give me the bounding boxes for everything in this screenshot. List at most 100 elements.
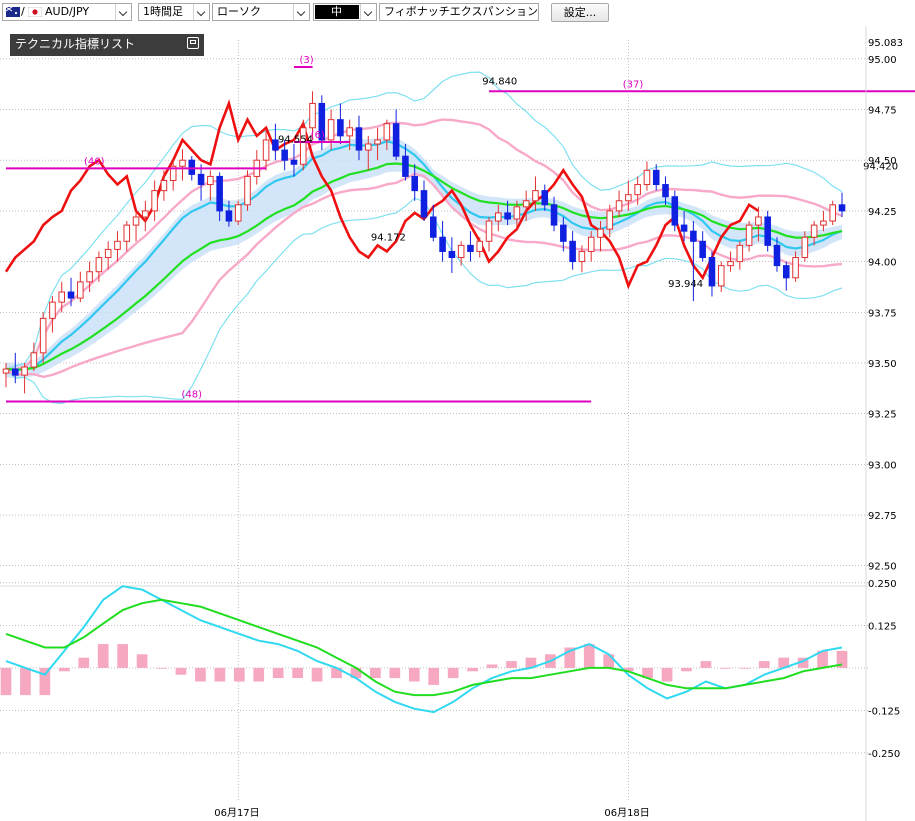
candle-body	[717, 265, 725, 287]
candle-body	[188, 159, 196, 175]
histogram-bar	[447, 667, 459, 679]
candle-body	[207, 175, 214, 186]
candle-body	[569, 240, 576, 263]
candle-body	[643, 169, 651, 186]
candle-body	[39, 317, 47, 354]
histogram-bar	[20, 667, 31, 696]
histogram-bar	[117, 644, 128, 668]
cycle-count-label: (37)	[623, 79, 644, 90]
price-tick-label: 93.00	[868, 460, 897, 471]
histogram-bar	[195, 667, 206, 682]
chevron-down-icon[interactable]	[193, 4, 209, 20]
price-annotation: 94.172	[371, 233, 406, 244]
candle-body	[736, 244, 744, 263]
candle-body	[225, 210, 233, 222]
candle-body	[95, 257, 103, 273]
timeframe-select[interactable]: 1時間足	[138, 3, 210, 21]
cycle-count-label: (3)	[300, 55, 314, 66]
line-width-label: 中	[331, 5, 342, 18]
date-tick-label: 06月18日	[604, 807, 649, 819]
histogram-bar	[428, 667, 440, 685]
settings-button[interactable]: 設定...	[551, 3, 609, 22]
chevron-down-icon[interactable]	[360, 4, 376, 20]
candle-body	[662, 184, 669, 198]
price-tick-label: 93.50	[868, 359, 897, 370]
candle-body	[337, 119, 344, 137]
histogram-bar	[486, 664, 498, 668]
candle-body	[764, 216, 771, 246]
price-tick-label: 94.75	[868, 106, 897, 117]
candle-body	[346, 127, 353, 137]
chart-toolbar: / AUD/JPY 1時間足 ローソク 中 フィボナッチエクスパンション 設定.…	[0, 0, 915, 26]
candle-body	[309, 102, 316, 129]
histogram-bar	[370, 667, 381, 679]
pair-separator: /	[21, 5, 25, 18]
price-annotation: 93.944	[668, 279, 703, 290]
candle-body	[2, 368, 10, 374]
line-width-select[interactable]: 中	[313, 3, 377, 21]
histogram-bar	[39, 667, 51, 696]
candle-body	[708, 257, 716, 287]
candle-body	[485, 220, 493, 242]
chevron-down-icon[interactable]	[293, 4, 309, 20]
candle-body	[467, 244, 474, 252]
candle-body	[504, 212, 511, 220]
histogram-bar	[311, 667, 323, 682]
symbol-select[interactable]: / AUD/JPY	[2, 3, 132, 21]
candle-body	[49, 301, 56, 319]
candle-body	[755, 216, 762, 226]
histogram-bar	[233, 667, 245, 682]
chevron-down-icon[interactable]	[115, 4, 131, 20]
candle-body	[838, 204, 846, 212]
histogram-bar	[78, 657, 90, 668]
candle-body	[615, 200, 623, 212]
candle-body	[782, 265, 790, 279]
candle-body	[392, 123, 400, 157]
candle-body	[801, 236, 809, 259]
candle-body	[625, 194, 632, 202]
price-tick-label: 93.75	[868, 308, 897, 319]
histogram-bar	[156, 667, 167, 669]
candle-body	[680, 224, 688, 232]
price-tick-label: 94.50	[868, 156, 897, 167]
restore-window-icon[interactable]	[187, 37, 199, 49]
candle-body	[216, 175, 223, 212]
candle-body	[727, 261, 734, 267]
candle-body	[262, 139, 270, 161]
candle-body	[327, 119, 335, 141]
candle-body	[476, 240, 484, 252]
candle-body	[197, 173, 205, 186]
candle-body	[114, 240, 121, 250]
candle-body	[132, 216, 140, 226]
chart-area[interactable]: (46)(3)(6)(37)(48)(25) 94.84094.55494.17…	[0, 26, 915, 821]
indicator-list-panel[interactable]: テクニカル指標リスト	[10, 34, 204, 56]
price-annotation: 94.554	[278, 134, 313, 145]
candle-body	[634, 184, 641, 196]
price-tick-label: 95.083	[868, 38, 903, 49]
chart-style-select[interactable]: ローソク	[212, 3, 310, 21]
jpy-flag-icon	[28, 7, 42, 17]
candle-body	[244, 175, 251, 206]
candle-body	[179, 159, 186, 167]
candle-body	[430, 216, 437, 238]
candle-body	[364, 143, 372, 151]
cycle-count-label: (48)	[182, 389, 203, 400]
histogram-bar	[583, 644, 595, 668]
histogram-bar	[97, 644, 109, 668]
price-tick-label: 93.25	[868, 410, 897, 421]
candle-body	[30, 352, 38, 368]
candle-body	[439, 236, 446, 252]
candle-body	[234, 204, 242, 222]
drawing-tool-field[interactable]: フィボナッチエクスパンション	[379, 3, 539, 21]
candle-body	[699, 240, 706, 259]
candle-body	[810, 224, 818, 238]
oscillator-tick-label: -0.125	[868, 706, 900, 717]
candle-body	[21, 366, 28, 376]
histogram-bar	[0, 667, 12, 696]
price-tick-label: 94.00	[868, 258, 897, 269]
histogram-bar	[739, 667, 751, 669]
histogram-bar	[700, 661, 712, 668]
candle-body	[606, 210, 614, 230]
histogram-bar	[661, 667, 673, 682]
candle-body	[299, 127, 307, 165]
